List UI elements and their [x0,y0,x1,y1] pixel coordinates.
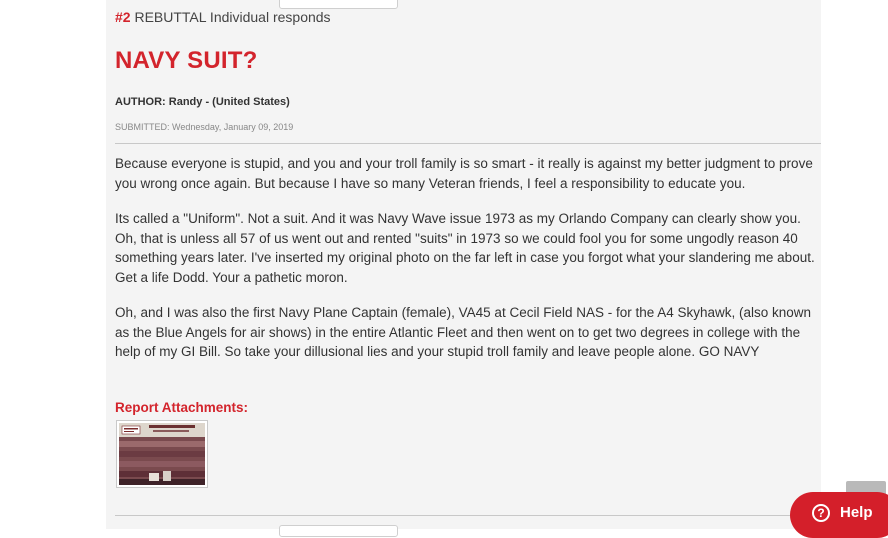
post-paragraph-3: Oh, and I was also the first Navy Plane … [115,305,812,359]
rebuttal-number: #2 [115,9,131,25]
post-title: NAVY SUIT? [115,47,258,74]
post-author: AUTHOR: Randy - (United States) [115,96,290,108]
group-photo-image [119,423,205,485]
footer-divider [115,515,821,516]
attachment-thumbnail[interactable] [116,420,208,488]
help-button[interactable]: ? Help [790,492,888,538]
header-divider [115,143,821,144]
rebuttal-text: REBUTTAL Individual responds [134,9,331,25]
help-label: Help [840,504,873,521]
attachments-heading: Report Attachments: [115,400,249,415]
top-tab-button[interactable] [279,0,398,9]
post-paragraph-2: Its called a "Uniform". Not a suit. And … [115,211,815,285]
question-circle-icon: ? [812,504,830,522]
bottom-tab-button[interactable] [279,525,398,537]
rebuttal-header: #2 REBUTTAL Individual responds [115,9,331,25]
post-paragraph-1: Because everyone is stupid, and you and … [115,156,813,191]
post-submitted-date: SUBMITTED: Wednesday, January 09, 2019 [115,122,294,132]
